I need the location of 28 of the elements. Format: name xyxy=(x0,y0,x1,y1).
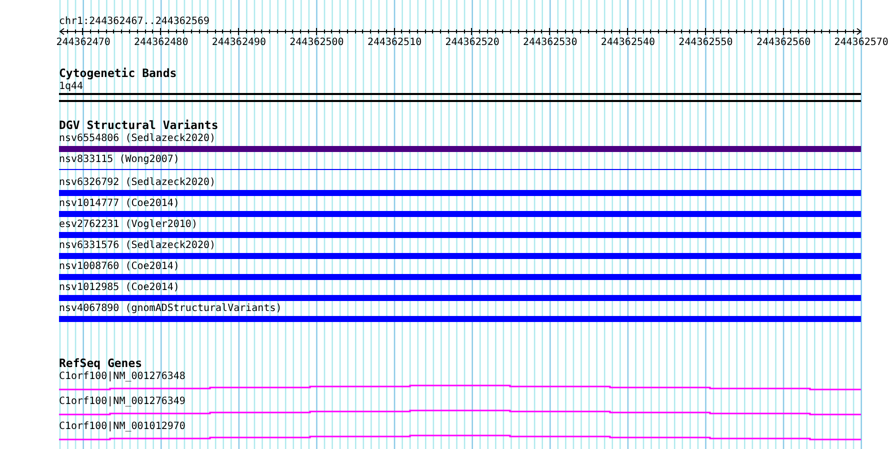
feature-label: nsv6326792 (Sedlazeck2020) xyxy=(59,176,216,190)
feature-label: esv2762231 (Vogler2010) xyxy=(59,218,198,232)
feature-label: nsv1012985 (Coe2014) xyxy=(59,281,180,295)
feature-label: nsv4067890 (gnomADStructuralVariants) xyxy=(59,302,282,316)
scale-label: 244362550 xyxy=(678,37,733,48)
track-title: DGV Structural Variants xyxy=(59,119,218,132)
feature-label: C1orf100|NM_001276349 xyxy=(59,395,186,409)
scale-label: 244362530 xyxy=(523,37,578,48)
feature-label: 1q44 xyxy=(59,80,84,93)
scale-label: 244362560 xyxy=(756,37,811,48)
feature-label: nsv6554806 (Sedlazeck2020) xyxy=(59,132,216,146)
feature-label: nsv6331576 (Sedlazeck2020) xyxy=(59,239,216,253)
feature-label: C1orf100|NM_001276348 xyxy=(59,370,186,384)
scale-label: 244362470 xyxy=(56,37,110,48)
feature-label: C1orf100|NM_001012970 xyxy=(59,420,186,434)
track-title: Cytogenetic Bands xyxy=(59,67,177,80)
scale-label: 244362540 xyxy=(600,37,656,48)
feature-label: nsv833115 (Wong2007) xyxy=(59,153,180,167)
track-title: RefSeq Genes xyxy=(59,357,142,370)
feature-label: nsv1014777 (Coe2014) xyxy=(59,197,180,211)
feature-label: nsv1008760 (Coe2014) xyxy=(59,260,180,274)
scale-label: 244362510 xyxy=(367,37,422,48)
scale-label: 244362520 xyxy=(445,37,500,48)
scale-label: 244362500 xyxy=(290,37,344,48)
scale-label: 244362570 xyxy=(834,37,888,48)
scale-label: 244362490 xyxy=(212,37,266,48)
region-title: chr1:244362467..244362569 xyxy=(59,15,210,28)
scale-label: 244362480 xyxy=(134,37,188,48)
